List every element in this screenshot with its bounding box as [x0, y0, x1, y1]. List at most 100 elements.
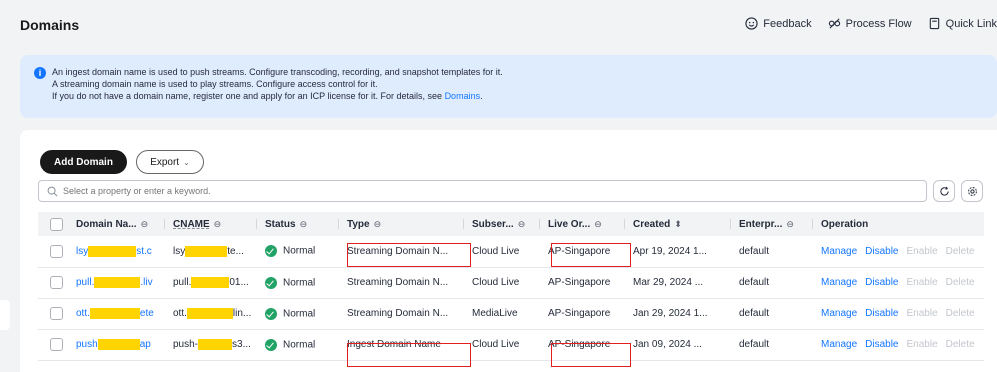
cname-text: ott.: [173, 308, 187, 320]
export-button[interactable]: Export ⌄: [136, 150, 204, 174]
settings-button[interactable]: [961, 180, 983, 202]
check-circle-icon: [265, 338, 277, 351]
process-flow-link[interactable]: Process Flow: [828, 17, 912, 30]
col-operation-label: Operation: [821, 218, 869, 230]
enterprise-cell: default: [739, 308, 770, 319]
filter-icon[interactable]: ⊖: [786, 219, 794, 229]
domain-cell[interactable]: lsy st.c: [68, 236, 165, 267]
domain-link-suffix[interactable]: ete: [140, 308, 154, 319]
col-created[interactable]: Created ⬍: [625, 212, 731, 236]
redaction-mask: [94, 276, 141, 288]
enable-link: Enable: [906, 339, 938, 350]
row-checkbox[interactable]: [50, 307, 63, 320]
cname-suffix: lin...: [232, 308, 252, 320]
disable-link[interactable]: Disable: [865, 308, 898, 319]
subservice-cell: Cloud Live: [472, 245, 520, 257]
search-bar[interactable]: [38, 180, 927, 202]
sort-icon[interactable]: ⬍: [674, 219, 682, 229]
domain-link[interactable]: push: [76, 339, 98, 350]
cname-cell: lsy te...: [165, 236, 257, 267]
created-cell: Apr 19, 2024 1...: [633, 245, 707, 257]
col-subservice[interactable]: Subser... ⊖: [464, 212, 540, 236]
select-all-checkbox[interactable]: [50, 217, 63, 231]
gear-icon: [967, 186, 977, 196]
filter-icon[interactable]: ⊖: [374, 219, 382, 229]
subservice-cell: MediaLive: [472, 308, 518, 319]
filter-icon[interactable]: ⊖: [518, 219, 526, 229]
col-enterprise-label: Enterpr...: [739, 218, 783, 230]
status-text: Normal: [283, 277, 316, 289]
type-cell: Ingest Domain Name: [347, 339, 441, 350]
page-header: Domains Feedback Process Flow Quick Link: [0, 0, 997, 46]
redaction-mask: [186, 307, 233, 319]
cname-cell: pull. 01...: [165, 267, 257, 298]
operation-cell: Manage Disable Enable Delete: [813, 298, 984, 329]
row-select-cell: [38, 267, 68, 298]
domain-link[interactable]: ott.: [76, 308, 90, 319]
col-origin[interactable]: Live Or... ⊖: [540, 212, 625, 236]
status-text: Normal: [283, 308, 316, 320]
search-input[interactable]: [63, 186, 926, 196]
cname-cell: push-s3...: [165, 329, 257, 360]
feedback-link[interactable]: Feedback: [745, 17, 812, 30]
check-circle-icon: [265, 245, 277, 258]
filter-icon[interactable]: ⊖: [214, 219, 222, 229]
col-enterprise[interactable]: Enterpr... ⊖: [731, 212, 813, 236]
doc-icon: [929, 17, 939, 30]
col-type-label: Type: [347, 218, 370, 230]
origin-cell: AP-Singapore: [548, 245, 611, 257]
domain-cell[interactable]: push ap: [68, 329, 165, 360]
domain-cell[interactable]: ott. ete: [68, 298, 165, 329]
domain-link-suffix[interactable]: .liv: [140, 277, 152, 288]
quick-link[interactable]: Quick Link: [928, 17, 997, 30]
table-row: ott. ete ott. lin... Normal Streaming Doma…: [38, 298, 984, 329]
delete-link: Delete: [945, 308, 975, 319]
feedback-label: Feedback: [763, 17, 812, 30]
disable-link[interactable]: Disable: [865, 246, 898, 257]
cname-suffix: 01...: [229, 277, 249, 289]
col-created-label: Created: [633, 218, 671, 230]
cname-suffix: s3...: [232, 339, 251, 351]
disable-link[interactable]: Disable: [865, 277, 898, 288]
row-checkbox[interactable]: [50, 244, 63, 258]
status-cell: Normal: [257, 298, 339, 329]
add-domain-button[interactable]: Add Domain: [40, 150, 127, 174]
filter-icon[interactable]: ⊖: [594, 219, 602, 229]
col-domain[interactable]: Domain Na... ⊖: [68, 212, 165, 236]
operation-cell: Manage Disable Enable Delete: [813, 329, 984, 360]
domain-link-suffix[interactable]: ap: [140, 339, 151, 350]
table-header: Domain Na... ⊖ CNAME ⊖ Status ⊖ Type ⊖ Subse…: [38, 212, 984, 236]
manage-link[interactable]: Manage: [821, 246, 857, 257]
type-cell: Streaming Domain N...: [347, 245, 449, 257]
status-text: Normal: [283, 245, 316, 257]
domain-link[interactable]: pull.: [76, 277, 94, 288]
page-title: Domains: [20, 17, 80, 33]
quick-link-label: Quick Link: [945, 17, 997, 30]
status-cell: Normal: [257, 267, 339, 298]
filter-icon[interactable]: ⊖: [141, 219, 149, 229]
col-type[interactable]: Type ⊖: [339, 212, 464, 236]
notice-line-1: An ingest domain name is used to push st…: [52, 67, 503, 77]
refresh-button[interactable]: [933, 180, 955, 202]
domain-cell[interactable]: pull. .liv: [68, 267, 165, 298]
domain-link-suffix[interactable]: st.c: [136, 246, 152, 257]
col-cname[interactable]: CNAME ⊖: [165, 212, 257, 236]
col-status[interactable]: Status ⊖: [257, 212, 339, 236]
filter-icon[interactable]: ⊖: [300, 219, 308, 229]
check-circle-icon: [265, 307, 277, 320]
smile-icon: [745, 17, 758, 30]
manage-link[interactable]: Manage: [821, 339, 857, 350]
row-checkbox[interactable]: [50, 338, 63, 351]
manage-link[interactable]: Manage: [821, 308, 857, 319]
disable-link[interactable]: Disable: [865, 339, 898, 350]
redaction-mask: [89, 307, 140, 319]
row-select-cell: [38, 298, 68, 329]
row-checkbox[interactable]: [50, 276, 63, 289]
enterprise-cell: default: [739, 277, 770, 288]
domains-doc-link[interactable]: Domains: [445, 91, 481, 101]
domain-link[interactable]: lsy: [76, 246, 88, 257]
delete-link: Delete: [945, 339, 975, 350]
enterprise-cell: default: [739, 245, 770, 257]
manage-link[interactable]: Manage: [821, 277, 857, 288]
select-all-cell: [38, 212, 68, 236]
